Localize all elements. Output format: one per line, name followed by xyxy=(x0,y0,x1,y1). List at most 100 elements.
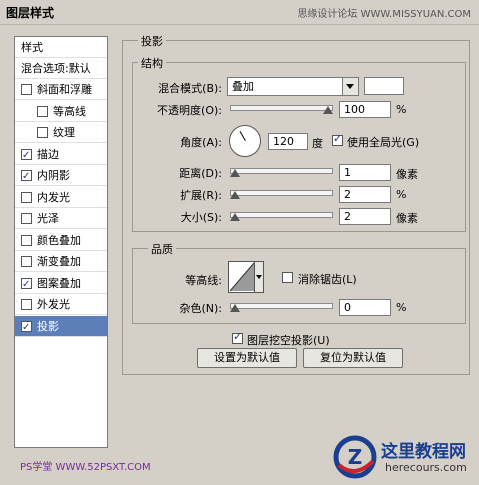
slider-track xyxy=(230,190,333,196)
sidebar-item-label: 内发光 xyxy=(37,190,70,204)
logo-url: herecours.com xyxy=(385,461,467,474)
noise-input[interactable]: 0 xyxy=(339,299,391,316)
checkbox-icon[interactable] xyxy=(21,256,32,267)
contour-picker[interactable] xyxy=(228,261,264,293)
angle-needle xyxy=(239,130,246,141)
slider-thumb[interactable] xyxy=(230,304,240,312)
sidebar-item-label: 图案叠加 xyxy=(37,276,81,290)
sidebar-item[interactable]: 光泽 xyxy=(15,208,107,229)
global-light-label: 使用全局光(G) xyxy=(347,136,420,149)
checkbox-icon[interactable] xyxy=(21,317,32,338)
global-light-checkbox[interactable] xyxy=(332,132,343,146)
sidebar-item-label: 渐变叠加 xyxy=(37,255,81,268)
slider-thumb[interactable] xyxy=(230,213,240,221)
sidebar-item[interactable]: 图案叠加 xyxy=(15,273,107,295)
style-list: 样式 混合选项:默认 斜面和浮雕等高线纹理描边内阴影内发光光泽颜色叠加渐变叠加图… xyxy=(14,36,108,448)
checkbox-icon[interactable] xyxy=(21,191,32,203)
slider-thumb[interactable] xyxy=(230,169,240,177)
logo-text: 这里教程网 xyxy=(381,442,466,462)
distance-unit: 像素 xyxy=(396,168,418,181)
size-slider[interactable] xyxy=(230,209,333,221)
sidebar-item-label: 内阴影 xyxy=(37,169,70,182)
sidebar-item[interactable]: 颜色叠加 xyxy=(15,230,107,251)
sidebar-item[interactable]: 纹理 xyxy=(15,122,107,143)
sidebar-item[interactable]: 投影 xyxy=(15,315,107,338)
size-label: 大小(S): xyxy=(180,211,222,224)
contour-curve-icon xyxy=(229,262,255,292)
slider-thumb[interactable] xyxy=(323,106,333,114)
sidebar-item-label: 等高线 xyxy=(53,104,86,118)
structure-title: 结构 xyxy=(138,55,166,71)
sidebar-item[interactable]: 描边 xyxy=(15,144,107,166)
quality-title: 品质 xyxy=(148,241,176,257)
antialias-label: 消除锯齿(L) xyxy=(298,273,357,286)
chevron-down-icon xyxy=(342,78,358,95)
distance-slider[interactable] xyxy=(230,165,333,177)
make-default-button[interactable]: 设置为默认值 xyxy=(197,348,297,368)
spread-label: 扩展(R): xyxy=(180,189,222,202)
sidebar-item[interactable]: 渐变叠加 xyxy=(15,251,107,272)
checkbox-icon[interactable] xyxy=(21,299,32,310)
checkbox-icon[interactable] xyxy=(37,105,48,117)
checkbox-icon[interactable] xyxy=(21,166,32,187)
sidebar-item-styles[interactable]: 样式 xyxy=(15,37,107,58)
antialias-checkbox[interactable] xyxy=(282,272,293,283)
contour-label: 等高线: xyxy=(185,274,222,287)
blend-mode-label: 混合模式(B): xyxy=(158,82,222,95)
sidebar-item[interactable]: 外发光 xyxy=(15,294,107,315)
title-bar: 图层样式 思缘设计论坛 WWW.MISSYUAN.COM xyxy=(0,0,479,25)
angle-unit: 度 xyxy=(312,137,323,150)
logo-mark-icon: Z xyxy=(333,435,377,479)
opacity-input[interactable]: 100 xyxy=(339,101,391,118)
blend-mode-select[interactable]: 叠加 xyxy=(227,77,359,96)
opacity-label: 不透明度(O): xyxy=(157,104,222,117)
chevron-down-icon[interactable] xyxy=(254,261,264,293)
checkbox-icon[interactable] xyxy=(21,274,32,295)
noise-label: 杂色(N): xyxy=(179,302,222,315)
checkbox-icon[interactable] xyxy=(21,213,32,224)
checkbox-icon[interactable] xyxy=(21,145,32,166)
spread-slider[interactable] xyxy=(230,187,333,199)
size-input[interactable]: 2 xyxy=(339,208,391,225)
angle-input[interactable]: 120 xyxy=(268,133,308,150)
size-unit: 像素 xyxy=(396,212,418,225)
sidebar-item-label: 样式 xyxy=(21,41,43,54)
reset-default-button[interactable]: 复位为默认值 xyxy=(303,348,403,368)
angle-label: 角度(A): xyxy=(180,136,222,149)
sidebar-item-blending-options[interactable]: 混合选项:默认 xyxy=(15,58,107,79)
watermark-bottom: PS学堂 WWW.52PSXT.COM xyxy=(20,462,151,473)
spread-unit: % xyxy=(396,188,407,201)
logo-letter: Z xyxy=(348,445,363,469)
sidebar-item-label: 混合选项:默认 xyxy=(21,62,91,75)
angle-dial[interactable] xyxy=(229,125,261,157)
opacity-unit: % xyxy=(396,103,407,116)
sidebar-item[interactable]: 内阴影 xyxy=(15,165,107,187)
noise-unit: % xyxy=(396,301,407,314)
shadow-color-swatch[interactable] xyxy=(364,77,404,95)
sidebar-item-label: 光泽 xyxy=(37,212,59,225)
sidebar-item[interactable]: 斜面和浮雕 xyxy=(15,79,107,100)
checkbox-icon[interactable] xyxy=(21,234,32,246)
sidebar-item-label: 投影 xyxy=(37,319,59,333)
panel-title: 投影 xyxy=(138,33,166,49)
knockout-checkbox[interactable] xyxy=(232,330,243,344)
watermark-top: 思缘设计论坛 WWW.MISSYUAN.COM xyxy=(297,9,471,20)
drop-shadow-panel: 投影 结构 混合模式(B): 叠加 不透明度(O): 100 % 角度(A): … xyxy=(122,30,472,375)
slider-thumb[interactable] xyxy=(230,191,240,199)
site-logo: Z 这里教程网 herecours.com xyxy=(333,435,473,479)
window-title: 图层样式 xyxy=(6,6,55,20)
checkbox-icon[interactable] xyxy=(21,84,32,95)
noise-slider[interactable] xyxy=(230,300,333,312)
sidebar-item[interactable]: 等高线 xyxy=(15,101,107,122)
checkbox-icon[interactable] xyxy=(37,127,48,138)
slider-track xyxy=(230,212,333,218)
opacity-slider[interactable] xyxy=(230,102,333,114)
slider-track xyxy=(230,303,333,309)
blend-mode-value: 叠加 xyxy=(232,80,254,93)
sidebar-item-label: 描边 xyxy=(37,147,59,161)
knockout-label: 图层挖空投影(U) xyxy=(247,334,330,347)
sidebar-item[interactable]: 内发光 xyxy=(15,187,107,208)
sidebar-item-label: 颜色叠加 xyxy=(37,233,81,247)
spread-input[interactable]: 2 xyxy=(339,186,391,203)
distance-input[interactable]: 1 xyxy=(339,164,391,181)
